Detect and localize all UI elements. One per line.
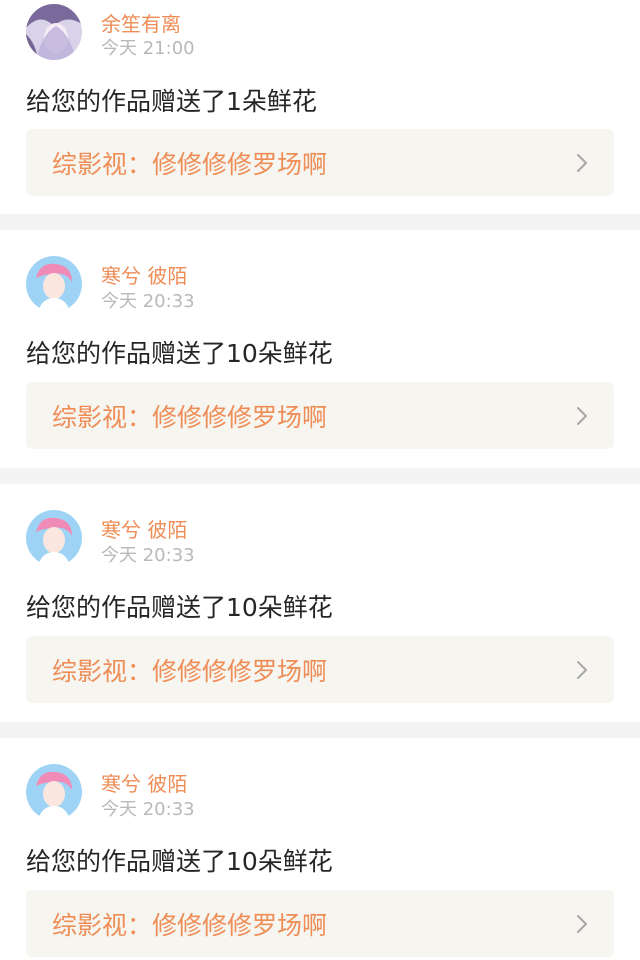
notification-message: 给您的作品赠送了10朵鲜花 [26,593,333,622]
avatar[interactable] [26,510,82,566]
author-name[interactable]: 寒兮 彼陌 [101,514,187,543]
notification-feed: 余笙有离 今天 21:00 给您的作品赠送了1朵鲜花 综影视：修修修修罗场啊 寒… [0,0,640,960]
notification-message: 给您的作品赠送了1朵鲜花 [26,87,317,116]
chevron-right-icon [577,915,587,933]
chevron-right-icon [577,661,587,679]
author-name[interactable]: 寒兮 彼陌 [101,768,187,797]
work-link[interactable]: 综影视：修修修修罗场啊 [26,129,614,196]
author-name[interactable]: 寒兮 彼陌 [101,260,187,289]
pink-hair-portrait-avatar-icon [26,510,82,566]
work-link[interactable]: 综影视：修修修修罗场啊 [26,636,614,703]
notification-card: 寒兮 彼陌 今天 20:33 给您的作品赠送了10朵鲜花 综影视：修修修修罗场啊 [0,738,640,960]
purple-portrait-avatar-icon [26,4,82,60]
author-name[interactable]: 余笙有离 [101,8,181,37]
timestamp: 今天 20:33 [101,291,195,312]
avatar[interactable] [26,256,82,312]
avatar[interactable] [26,4,82,60]
work-link[interactable]: 综影视：修修修修罗场啊 [26,890,614,957]
work-title: 综影视：修修修修罗场啊 [52,911,328,940]
notification-card: 余笙有离 今天 21:00 给您的作品赠送了1朵鲜花 综影视：修修修修罗场啊 [0,0,640,214]
timestamp: 今天 21:00 [101,38,195,59]
work-title: 综影视：修修修修罗场啊 [52,150,328,179]
chevron-right-icon [577,154,587,172]
work-link[interactable]: 综影视：修修修修罗场啊 [26,382,614,449]
timestamp: 今天 20:33 [101,799,195,820]
pink-hair-portrait-avatar-icon [26,764,82,820]
timestamp: 今天 20:33 [101,545,195,566]
notification-card: 寒兮 彼陌 今天 20:33 给您的作品赠送了10朵鲜花 综影视：修修修修罗场啊 [0,230,640,468]
work-title: 综影视：修修修修罗场啊 [52,657,328,686]
notification-card: 寒兮 彼陌 今天 20:33 给您的作品赠送了10朵鲜花 综影视：修修修修罗场啊 [0,484,640,722]
work-title: 综影视：修修修修罗场啊 [52,403,328,432]
notification-message: 给您的作品赠送了10朵鲜花 [26,847,333,876]
notification-message: 给您的作品赠送了10朵鲜花 [26,339,333,368]
avatar[interactable] [26,764,82,820]
pink-hair-portrait-avatar-icon [26,256,82,312]
chevron-right-icon [577,407,587,425]
